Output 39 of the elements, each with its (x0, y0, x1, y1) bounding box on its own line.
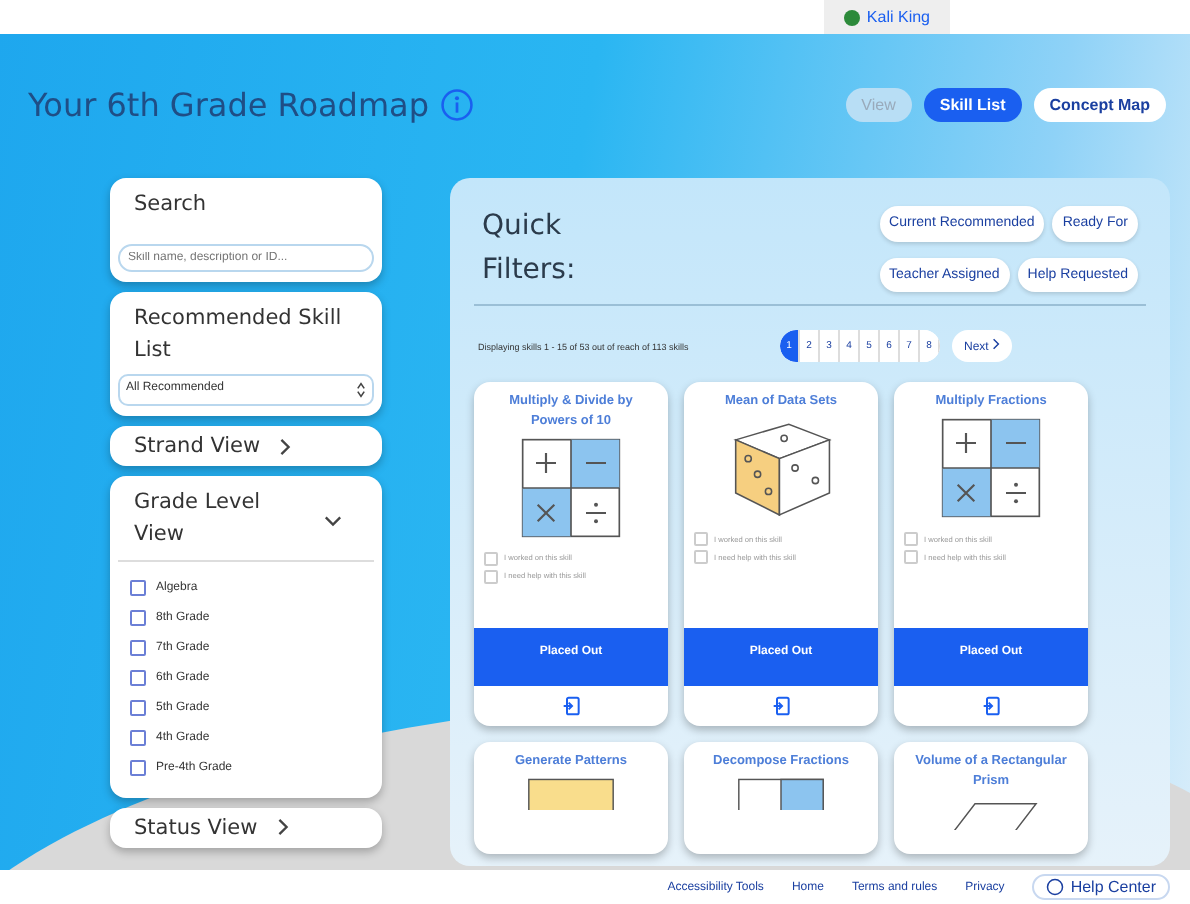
chevron-icon (324, 511, 342, 529)
grade-checkbox[interactable] (130, 640, 146, 657)
card-checkbox[interactable] (904, 532, 918, 547)
view-toggle-button[interactable]: Skill List (923, 87, 1022, 121)
chevron-right-icon (273, 818, 292, 837)
user-name: Kali King (866, 8, 930, 26)
grade-checkbox[interactable] (130, 580, 146, 597)
grade-level-toggle[interactable]: Grade Level View (118, 484, 374, 562)
status-view-toggle[interactable]: Status View (110, 807, 382, 848)
quick-filters-title: Quick Filters: (482, 208, 578, 290)
help-center-button[interactable]: Help Center (1032, 874, 1170, 900)
grade-checkbox[interactable] (130, 730, 146, 747)
card-checkbox[interactable] (694, 532, 708, 547)
card-checkbox[interactable] (484, 551, 498, 566)
recommended-heading: Recommended Skill List (132, 303, 344, 365)
card-checkbox[interactable] (904, 550, 918, 565)
search-heading: Search (132, 190, 209, 220)
user-chip[interactable]: Kali King (824, 0, 950, 34)
document-icon[interactable] (981, 696, 1001, 717)
strand-view-toggle[interactable]: Strand View (110, 426, 382, 467)
view-toggle-button[interactable]: Concept Map (1033, 87, 1166, 121)
chevron-right-icon (276, 437, 295, 456)
info-icon[interactable] (440, 87, 475, 121)
document-icon[interactable] (561, 696, 581, 717)
chevron-right-icon (992, 338, 1001, 351)
stepper-icon (356, 382, 366, 399)
help-icon (1046, 878, 1065, 896)
operations-grid-drawing (516, 437, 626, 538)
view-label: View (845, 87, 912, 121)
avatar-icon (844, 9, 861, 25)
card-checkbox[interactable] (484, 569, 498, 584)
grade-checkbox[interactable] (130, 760, 146, 777)
card-checkbox[interactable] (694, 550, 708, 565)
document-icon[interactable] (771, 696, 791, 717)
grade-checkbox[interactable] (130, 670, 146, 687)
operations-grid-drawing (936, 418, 1046, 519)
grade-checkbox[interactable] (130, 700, 146, 717)
page-title: Your 6th Grade Roadmap (28, 85, 429, 123)
grade-checkbox[interactable] (130, 610, 146, 627)
